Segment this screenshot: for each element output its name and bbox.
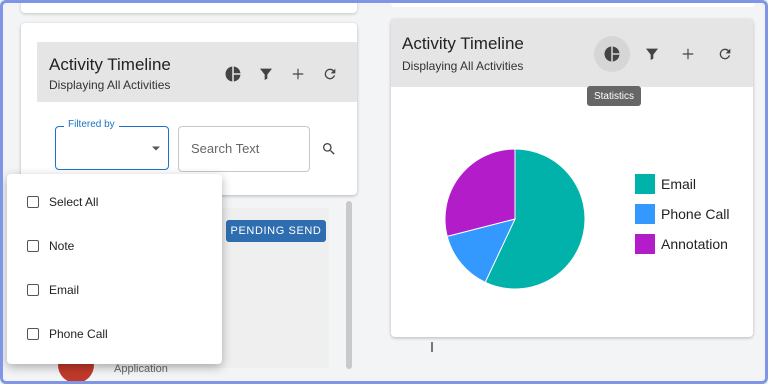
refresh-icon: [719, 48, 731, 60]
checkbox-icon[interactable]: [27, 240, 39, 252]
statistics-tooltip: Statistics: [587, 86, 641, 106]
legend-annotation[interactable]: Annotation: [635, 234, 728, 254]
left-add-button[interactable]: [284, 60, 312, 88]
option-select-all[interactable]: Select All: [27, 192, 98, 212]
checkbox-icon[interactable]: [27, 196, 39, 208]
filter-select[interactable]: Filtered by: [55, 119, 169, 170]
option-label: Select All: [49, 195, 99, 209]
left-refresh-button[interactable]: [316, 60, 344, 88]
right-add-button[interactable]: [674, 40, 702, 68]
filter-icon: [260, 68, 272, 80]
option-label: Phone Call: [49, 327, 108, 341]
right-title: Activity Timeline: [402, 34, 524, 53]
filter-icon: [646, 48, 658, 60]
item-application-text: Application: [114, 363, 168, 375]
caret-down-icon: [152, 146, 160, 151]
right-filter-button[interactable]: [638, 40, 666, 68]
filter-dropdown-menu: Select All Note Email Phone Call: [7, 174, 222, 364]
text-cursor: [431, 342, 433, 352]
pie-chart-icon: [225, 66, 241, 82]
timeline-scrollbar[interactable]: [346, 201, 352, 369]
right-statistics-button[interactable]: [594, 36, 630, 72]
option-label: Email: [49, 283, 80, 297]
plus-icon: [292, 68, 304, 80]
previous-card-right: [391, 3, 755, 7]
previous-card: [21, 3, 357, 13]
legend-phone-call[interactable]: Phone Call: [635, 204, 730, 224]
option-phone-call[interactable]: Phone Call: [27, 324, 108, 344]
option-note[interactable]: Note: [27, 236, 74, 256]
pending-send-badge: PENDING SEND: [226, 220, 326, 242]
legend-email[interactable]: Email: [635, 174, 696, 194]
checkbox-icon[interactable]: [27, 328, 39, 340]
plus-icon: [682, 48, 694, 60]
refresh-icon: [324, 68, 336, 80]
right-subtitle: Displaying All Activities: [402, 59, 524, 73]
right-refresh-button[interactable]: [711, 40, 739, 68]
app-frame: Activity Timeline Displaying All Activit…: [0, 0, 768, 384]
left-statistics-button[interactable]: [219, 60, 247, 88]
pie-chart-icon: [604, 46, 620, 62]
legend-swatch: [635, 234, 655, 254]
search-button[interactable]: [315, 135, 343, 163]
legend-swatch: [635, 174, 655, 194]
checkbox-icon[interactable]: [27, 284, 39, 296]
legend-label: Annotation: [661, 236, 728, 252]
legend-swatch: [635, 204, 655, 224]
left-subtitle: Displaying All Activities: [49, 78, 171, 92]
search-icon: [323, 143, 335, 155]
legend-label: Phone Call: [661, 206, 730, 222]
option-label: Note: [49, 239, 75, 253]
left-title: Activity Timeline: [49, 55, 171, 74]
search-input[interactable]: Search Text: [178, 126, 310, 172]
option-email[interactable]: Email: [27, 280, 79, 300]
left-filter-button[interactable]: [252, 60, 280, 88]
search-placeholder: Search Text: [191, 141, 260, 156]
activity-pie-chart: [444, 148, 586, 290]
filter-label: Filtered by: [64, 119, 119, 130]
legend-label: Email: [661, 176, 697, 192]
